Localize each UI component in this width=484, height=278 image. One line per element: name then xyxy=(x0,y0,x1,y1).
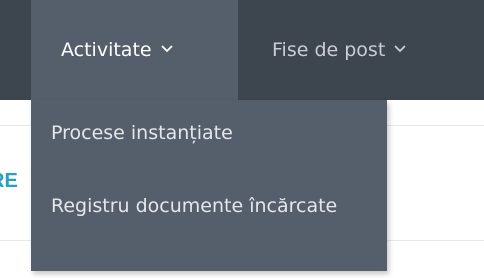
chevron-down-icon xyxy=(161,45,173,53)
dropdown-item-registru-documente[interactable]: Registru documente încărcate xyxy=(51,192,371,221)
top-navigation-bar: Activitate Fise de post xyxy=(0,0,484,100)
section-heading-text: RE xyxy=(0,170,18,192)
activitate-dropdown-menu: Procese instanțiate Registru documente î… xyxy=(31,100,387,271)
nav-tab-fise-de-post-label: Fise de post xyxy=(272,39,386,61)
chevron-down-icon xyxy=(394,45,406,53)
nav-tab-activitate-label: Activitate xyxy=(61,39,152,61)
dropdown-item-procese-instantiate[interactable]: Procese instanțiate xyxy=(51,119,371,148)
nav-tab-activitate[interactable]: Activitate xyxy=(31,0,238,100)
nav-tab-fise-de-post[interactable]: Fise de post xyxy=(238,0,484,100)
